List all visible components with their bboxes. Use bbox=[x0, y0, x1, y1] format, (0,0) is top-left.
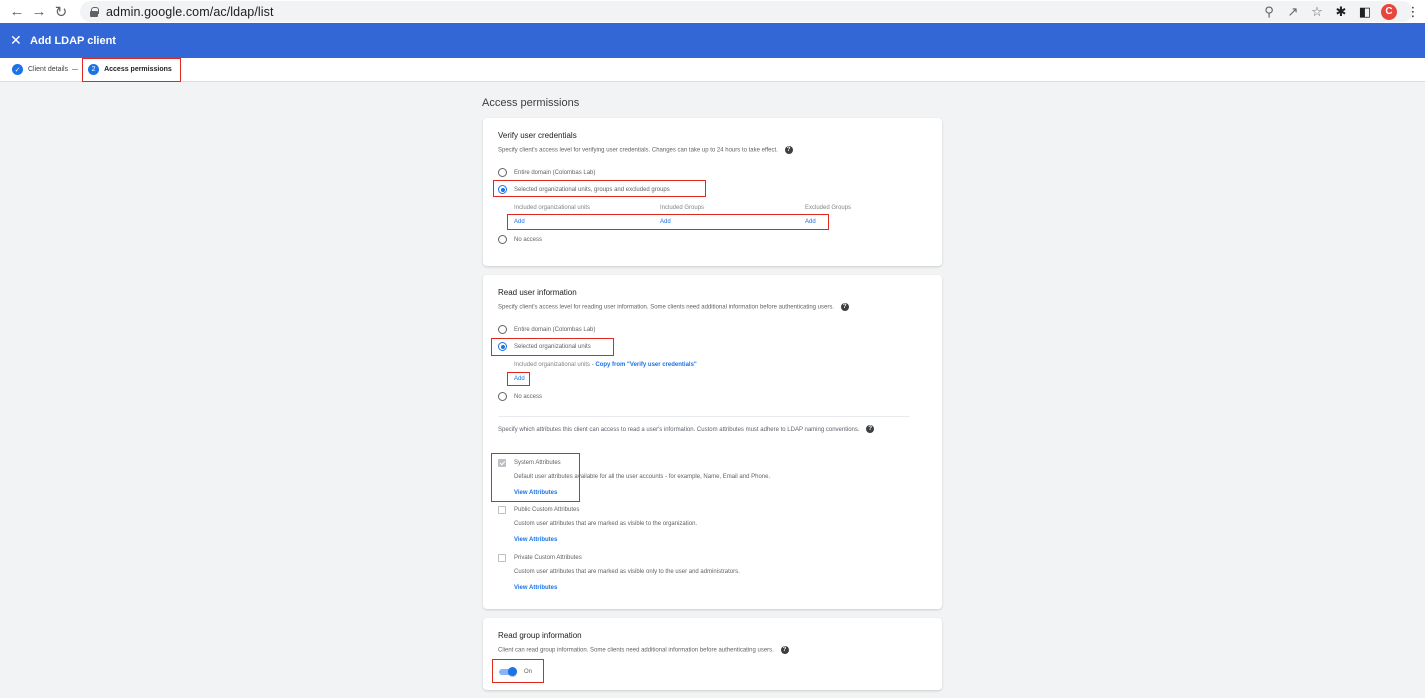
column-header-ou: Included organizational units bbox=[514, 205, 591, 211]
back-arrow-icon[interactable]: ← bbox=[6, 2, 28, 22]
toggle-knob bbox=[508, 667, 517, 676]
step-number: 2 bbox=[88, 64, 100, 75]
column-header-excluded: Excluded Groups bbox=[805, 205, 852, 211]
description-text: Specify client's access level for verify… bbox=[498, 147, 778, 154]
extensions-icon[interactable]: ✱ bbox=[1329, 2, 1353, 22]
radio-label: Entire domain (Colombas Lab) bbox=[514, 169, 596, 176]
private-attributes-desc: Custom user attributes that are marked a… bbox=[514, 569, 740, 575]
card-title: Read user information bbox=[498, 288, 577, 297]
read-user-info-card: Read user information Specify client's a… bbox=[483, 275, 942, 609]
card-description: Specify client's access level for verify… bbox=[498, 146, 793, 154]
radio-circle bbox=[498, 325, 507, 334]
description-text: Specify client's access level for readin… bbox=[498, 304, 834, 311]
radio-circle bbox=[498, 235, 507, 244]
help-icon[interactable]: ? bbox=[780, 646, 789, 654]
copy-from-verify-link[interactable]: Copy from "Verify user credentials" bbox=[595, 362, 696, 368]
view-public-attributes-link[interactable]: View Attributes bbox=[514, 537, 557, 543]
radio-circle-selected bbox=[498, 185, 507, 194]
checkbox-label: System Attributes bbox=[514, 460, 561, 466]
browser-toolbar: ← → ↻ admin.google.com/ac/ldap/list ⚲ ↗ … bbox=[0, 0, 1425, 23]
radio-circle-selected bbox=[498, 342, 507, 351]
view-private-attributes-link[interactable]: View Attributes bbox=[514, 585, 557, 591]
card-description: Specify client's access level for readin… bbox=[498, 303, 849, 311]
step-label: Client details bbox=[28, 66, 69, 73]
view-system-attributes-link[interactable]: View Attributes bbox=[514, 490, 557, 496]
help-icon[interactable]: ? bbox=[866, 425, 875, 434]
radio-label: Selected organizational units, groups an… bbox=[514, 186, 670, 193]
public-attributes-desc: Custom user attributes that are marked a… bbox=[514, 521, 698, 527]
checkbox-label: Public Custom Attributes bbox=[514, 507, 580, 513]
included-ou-text: Included organizational units - bbox=[514, 362, 594, 368]
description-text: Client can read group information. Some … bbox=[498, 647, 774, 654]
radio-selected-units[interactable]: Selected organizational units bbox=[498, 342, 591, 351]
card-title: Read group information bbox=[498, 631, 582, 640]
system-attributes-desc: Default user attributes available for al… bbox=[514, 474, 771, 480]
app-bar: ✕ Add LDAP client bbox=[0, 23, 1425, 58]
address-bar[interactable]: admin.google.com/ac/ldap/list bbox=[80, 1, 1413, 22]
radio-no-access[interactable]: No access bbox=[498, 235, 542, 244]
radio-entire-domain[interactable]: Entire domain (Colombas Lab) bbox=[498, 168, 595, 177]
note-text: Specify which attributes this client can… bbox=[498, 427, 860, 433]
toggle-label: On bbox=[524, 669, 533, 675]
checkbox-private-attributes[interactable]: Private Custom Attributes bbox=[498, 554, 582, 562]
group-info-toggle[interactable] bbox=[499, 667, 517, 676]
profile-initial: C bbox=[1381, 3, 1397, 20]
step-client-details[interactable]: ✓ Client details bbox=[12, 64, 68, 75]
zoom-icon[interactable]: ⚲ bbox=[1257, 2, 1281, 22]
section-heading: Access permissions bbox=[482, 97, 580, 109]
radio-circle bbox=[498, 392, 507, 401]
checkbox-unchecked bbox=[498, 554, 506, 562]
help-icon[interactable]: ? bbox=[840, 303, 849, 311]
forward-arrow-icon[interactable]: → bbox=[28, 2, 50, 22]
radio-label: No access bbox=[514, 393, 543, 400]
close-icon[interactable]: ✕ bbox=[10, 32, 24, 49]
attributes-note: Specify which attributes this client can… bbox=[498, 425, 898, 436]
menu-dots-icon[interactable]: ⋮ bbox=[1401, 2, 1425, 22]
step-label: Access permissions bbox=[104, 66, 172, 73]
radio-label: Entire domain (Colombas Lab) bbox=[514, 326, 596, 333]
step-access-permissions[interactable]: 2 Access permissions bbox=[82, 57, 181, 82]
included-ou-label: Included organizational units - Copy fro… bbox=[514, 362, 697, 368]
checkbox-unchecked bbox=[498, 506, 506, 514]
checkbox-checked bbox=[498, 459, 506, 467]
reload-icon[interactable]: ↻ bbox=[50, 2, 72, 22]
checkbox-label: Private Custom Attributes bbox=[514, 555, 582, 561]
radio-circle bbox=[498, 168, 507, 177]
radio-no-access[interactable]: No access bbox=[498, 392, 542, 401]
page-title: Add LDAP client bbox=[30, 34, 116, 47]
stepper: ✓ Client details 2 Access permissions bbox=[0, 57, 1425, 82]
profile-avatar[interactable]: C bbox=[1377, 2, 1401, 22]
radio-selected-units-groups[interactable]: Selected organizational units, groups an… bbox=[498, 185, 670, 194]
add-excluded-link[interactable]: Add bbox=[805, 219, 816, 225]
card-description: Client can read group information. Some … bbox=[498, 646, 789, 654]
step-divider bbox=[72, 69, 79, 70]
star-icon[interactable]: ☆ bbox=[1305, 2, 1329, 22]
verify-credentials-card: Verify user credentials Specify client's… bbox=[483, 118, 942, 266]
radio-label: No access bbox=[514, 236, 543, 243]
share-icon[interactable]: ↗ bbox=[1281, 2, 1305, 22]
radio-entire-domain[interactable]: Entire domain (Colombas Lab) bbox=[498, 325, 595, 334]
column-header-groups: Included Groups bbox=[660, 205, 705, 211]
check-icon: ✓ bbox=[12, 64, 23, 75]
help-icon[interactable]: ? bbox=[784, 146, 793, 154]
url-text[interactable]: admin.google.com/ac/ldap/list bbox=[106, 5, 274, 19]
side-panel-icon[interactable]: ◧ bbox=[1353, 2, 1377, 22]
browser-actions: ⚲ ↗ ☆ ✱ ◧ C ⋮ bbox=[1257, 0, 1425, 23]
add-ou-link[interactable]: Add bbox=[514, 219, 525, 225]
section-divider bbox=[498, 416, 910, 417]
add-ou-link[interactable]: Add bbox=[514, 376, 525, 382]
read-group-info-card: Read group information Client can read g… bbox=[483, 618, 942, 690]
card-title: Verify user credentials bbox=[498, 131, 577, 140]
add-groups-link[interactable]: Add bbox=[660, 219, 671, 225]
lock-icon bbox=[90, 6, 99, 17]
checkbox-public-attributes[interactable]: Public Custom Attributes bbox=[498, 506, 579, 514]
radio-label: Selected organizational units bbox=[514, 343, 591, 350]
checkbox-system-attributes[interactable]: System Attributes bbox=[498, 459, 561, 467]
